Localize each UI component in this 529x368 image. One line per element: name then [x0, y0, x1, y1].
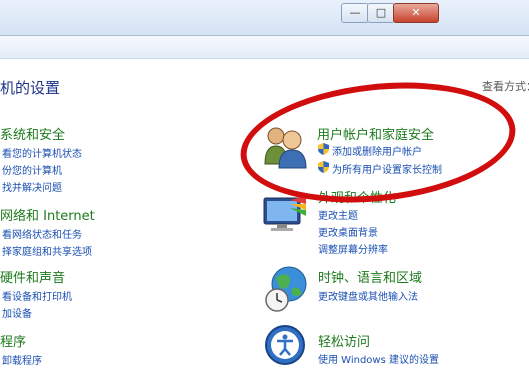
link-network-status[interactable]: 看网络状态和任务 — [2, 226, 82, 241]
link-devices-printers[interactable]: 看设备和打印机 — [2, 288, 72, 303]
link-change-desktop-background[interactable]: 更改桌面背景 — [318, 224, 378, 239]
link-uninstall-program[interactable]: 卸载程序 — [2, 352, 42, 367]
maximize-button[interactable]: □ — [367, 3, 395, 23]
category-network-internet[interactable]: 网络和 Internet — [0, 205, 95, 224]
link-change-input-method[interactable]: 更改键盘或其他输入法 — [318, 288, 418, 303]
category-clock-language-region[interactable]: 时钟、语言和区域 — [318, 267, 422, 286]
category-programs[interactable]: 程序 — [0, 331, 26, 350]
link-add-device[interactable]: 加设备 — [2, 305, 32, 320]
minimize-icon: — — [349, 6, 361, 19]
close-button[interactable]: ✕ — [393, 3, 439, 23]
category-ease-of-access[interactable]: 轻松访问 — [318, 331, 370, 350]
maximize-icon: □ — [375, 6, 387, 19]
link-change-theme[interactable]: 更改主题 — [318, 207, 358, 222]
minimize-button[interactable]: — — [341, 3, 369, 23]
address-bar — [0, 36, 529, 59]
category-hardware-sound[interactable]: 硬件和声音 — [0, 267, 65, 286]
link-backup-computer[interactable]: 份您的计算机 — [2, 162, 62, 177]
link-homegroup-sharing[interactable]: 择家庭组和共享选项 — [2, 243, 92, 258]
page-title: 机的设置 — [0, 79, 61, 97]
category-system-security[interactable]: 系统和安全 — [0, 124, 65, 143]
clock-globe-icon[interactable] — [262, 264, 308, 314]
window-titlebar: — □ ✕ — [0, 0, 529, 36]
link-adjust-resolution[interactable]: 调整屏幕分辨率 — [318, 241, 388, 256]
appearance-icon[interactable] — [262, 194, 308, 234]
view-by-label[interactable]: 查看方式： — [482, 78, 529, 94]
link-find-fix-problems[interactable]: 找并解决问题 — [2, 179, 62, 194]
ease-of-access-icon[interactable] — [262, 322, 308, 368]
link-recommended-settings[interactable]: 使用 Windows 建议的设置 — [318, 351, 439, 366]
close-icon: ✕ — [411, 6, 421, 19]
link-view-computer-status[interactable]: 看您的计算机状态 — [2, 145, 82, 160]
